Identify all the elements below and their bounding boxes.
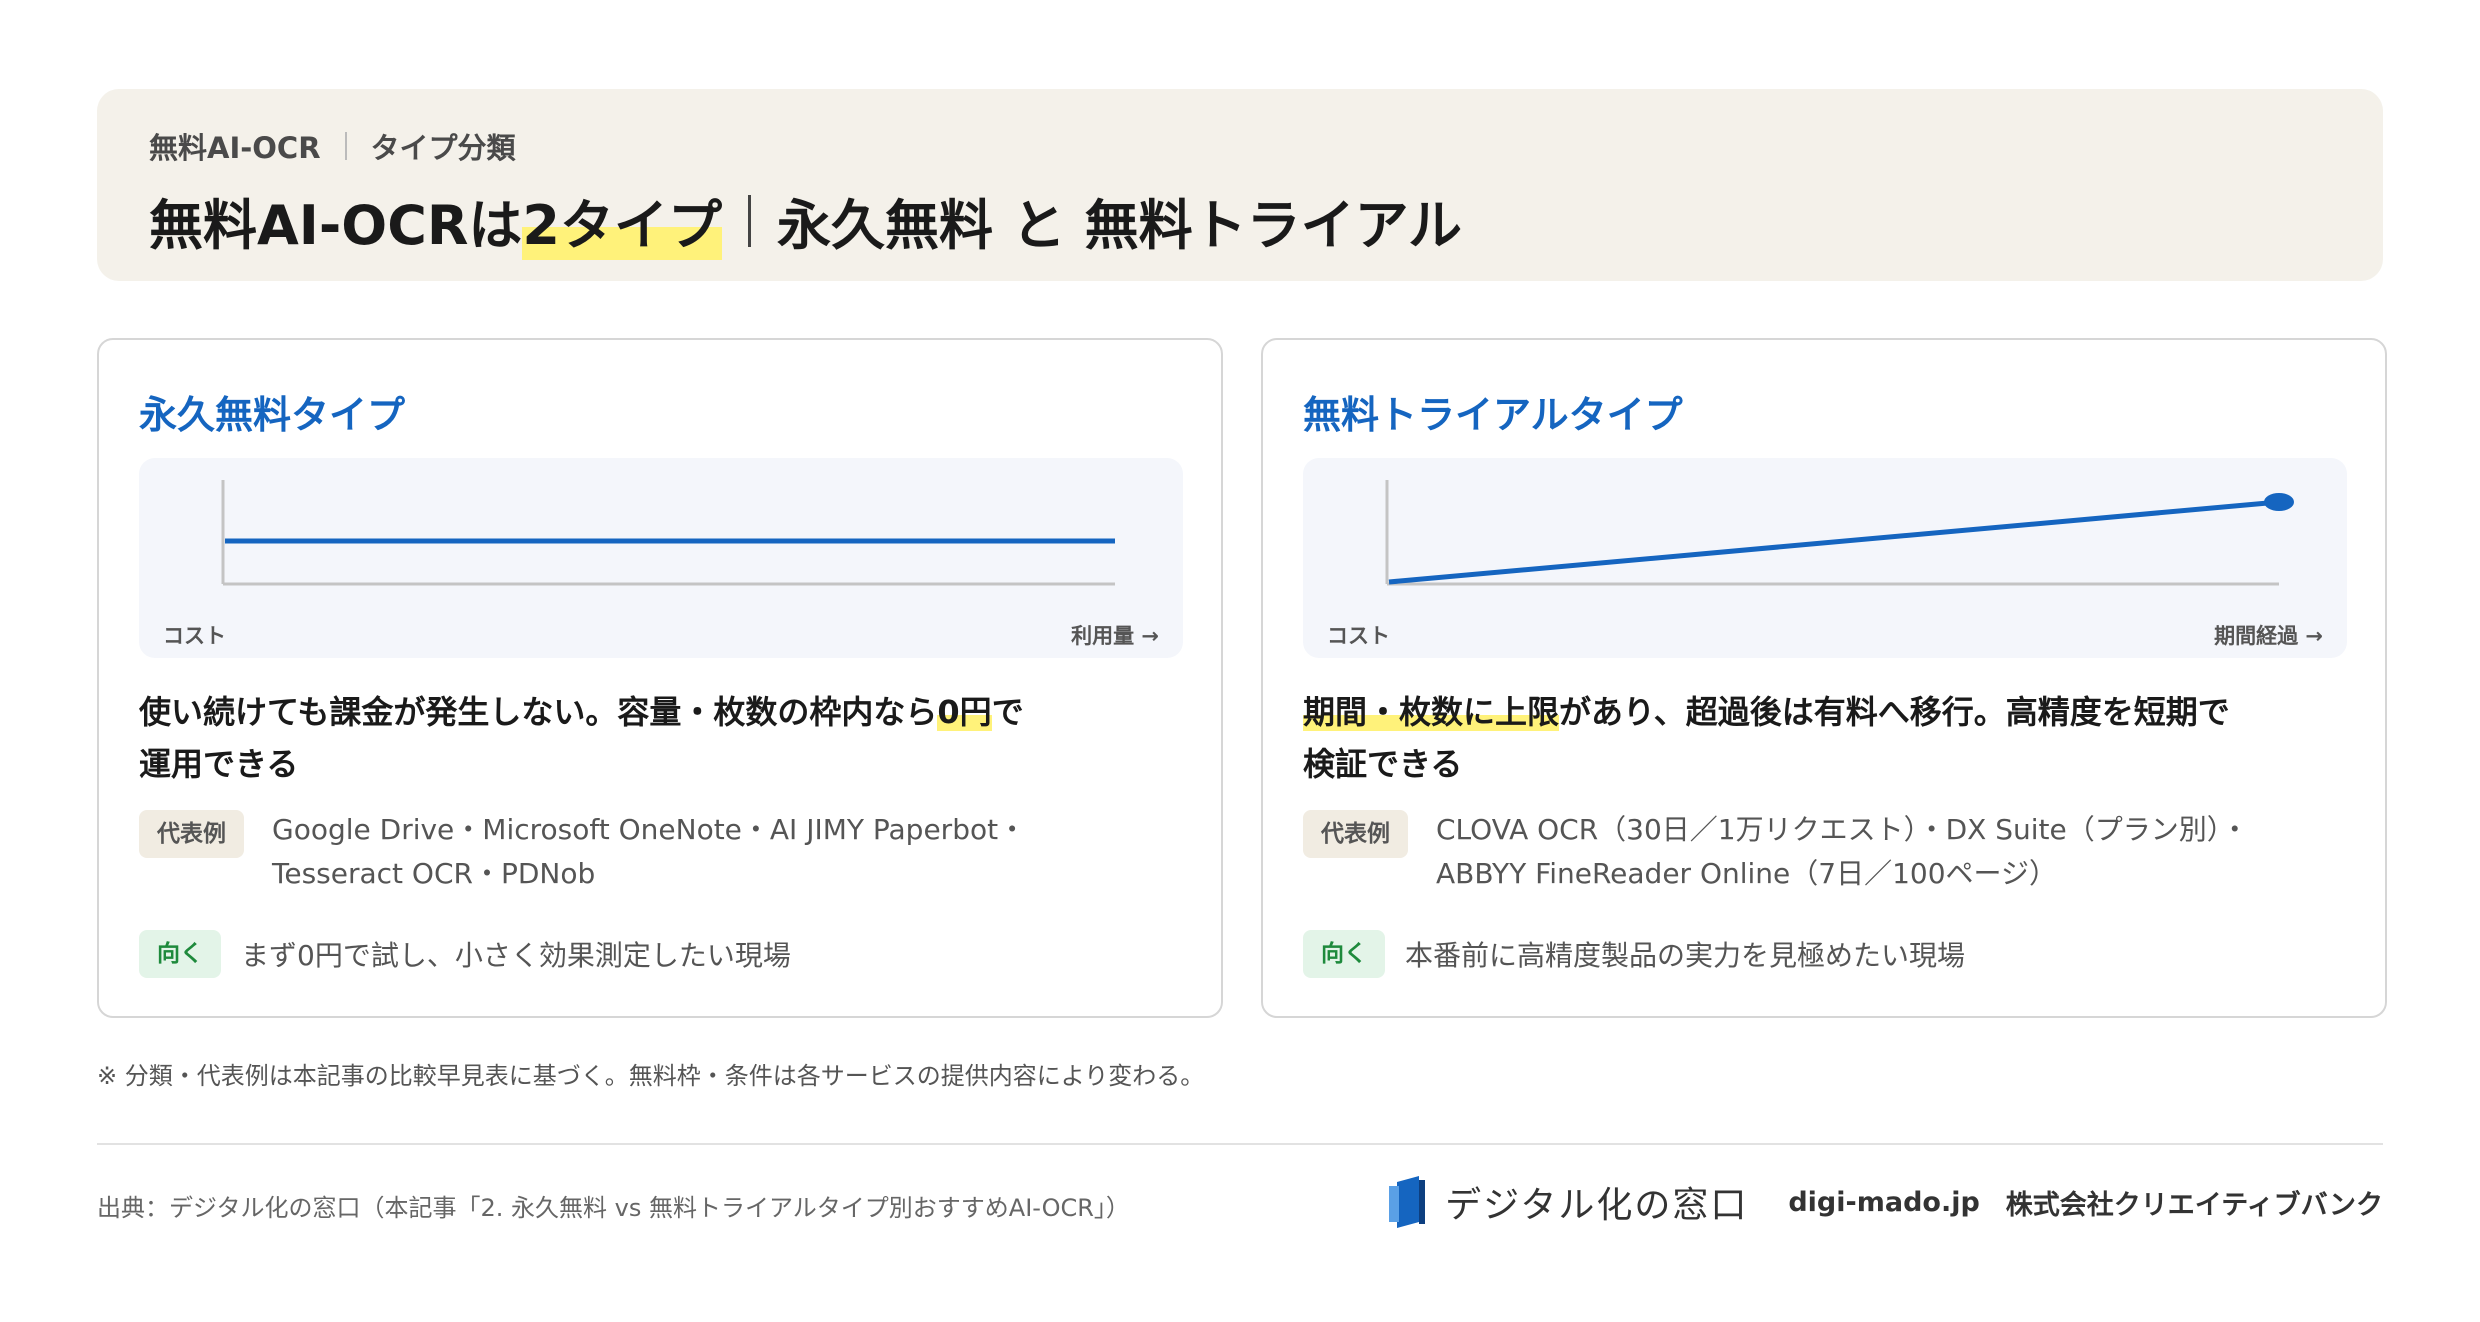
y-axis-label: コスト bbox=[1327, 624, 1390, 648]
examples-badge: 代表例 bbox=[139, 810, 244, 858]
cost-end-dot bbox=[2264, 493, 2294, 511]
desc-text: で bbox=[991, 693, 1024, 731]
source-credit: 出典：デジタル化の窓口（本記事「2. 永久無料 vs 無料トライアルタイプ別おす… bbox=[97, 1194, 1130, 1222]
examples-text: Google Drive・Microsoft OneNote・AI JIMY P… bbox=[272, 813, 1027, 890]
company-name: 株式会社クリエイティブバンク bbox=[2005, 1189, 2383, 1221]
desc-text: 使い続けても課金が発生しない。容量・枚数の枠内なら bbox=[139, 693, 938, 731]
rising-cost-graph bbox=[1385, 480, 2294, 586]
suited-text: 本番前に高精度製品の実力を見極めたい現場 bbox=[1405, 939, 1966, 972]
card-title: 無料トライアルタイプ bbox=[1303, 393, 1683, 437]
title-part2: 永久無料 と 無料トライアル bbox=[777, 194, 1463, 257]
cost-chart-flat: コスト 利用量 → bbox=[139, 458, 1183, 658]
site-domain: digi-mado.jp bbox=[1788, 1186, 1980, 1218]
flat-cost-graph bbox=[221, 480, 1115, 586]
window-logo-icon bbox=[1389, 1176, 1426, 1228]
suited-badge: 向く bbox=[1303, 930, 1385, 978]
footnote: ※ 分類・代表例は本記事の比較早見表に基づく。無料枠・条件は各サービスの提供内容… bbox=[97, 1062, 1205, 1090]
desc-highlight: 0円 bbox=[937, 693, 992, 731]
footer-divider bbox=[97, 1143, 2383, 1145]
card-permanent-free: 永久無料タイプ コスト 利用量 → 使い続けても課金が発生しない。容量・枚数の枠… bbox=[97, 338, 1223, 1018]
examples-text: CLOVA OCR（30日／1万リクエスト）・DX Suite（プラン別）・AB… bbox=[1436, 813, 2249, 890]
page-title: 無料AI-OCRは 2タイプ 永久無料 と 無料トライアル bbox=[149, 181, 1462, 260]
suited-row: 向く まず0円で試し、小さく効果測定したい現場 bbox=[139, 930, 791, 978]
card-title: 永久無料タイプ bbox=[139, 393, 406, 437]
desc-line1: 使い続けても課金が発生しない。容量・枚数の枠内なら0円で bbox=[139, 686, 1139, 738]
cost-line bbox=[1388, 499, 2280, 585]
x-axis-label: 期間経過 → bbox=[2214, 624, 2323, 648]
card-description: 期間・枚数に上限があり、超過後は有料へ移行。高精度を短期で 検証できる bbox=[1303, 686, 2303, 790]
suited-badge: 向く bbox=[139, 930, 221, 978]
examples-row: 代表例 Google Drive・Microsoft OneNote・AI JI… bbox=[139, 810, 1152, 896]
desc-line1: 期間・枚数に上限があり、超過後は有料へ移行。高精度を短期で bbox=[1303, 686, 2303, 738]
desc-line2: 運用できる bbox=[139, 745, 299, 783]
breadcrumb: 無料AI-OCR タイプ分類 bbox=[149, 125, 516, 167]
suited-text: まず0円で試し、小さく効果測定したい現場 bbox=[241, 939, 791, 972]
card-description: 使い続けても課金が発生しない。容量・枚数の枠内なら0円で 運用できる bbox=[139, 686, 1139, 790]
desc-line2: 検証できる bbox=[1303, 745, 1463, 783]
title-divider bbox=[748, 194, 751, 247]
desc-text: があり、超過後は有料へ移行。高精度を短期で bbox=[1559, 693, 2230, 731]
card-free-trial: 無料トライアルタイプ コスト 期間経過 → 期間・枚数に上限があり、超過後は有料… bbox=[1261, 338, 2387, 1018]
footer-brand: デジタル化の窓口 digi-mado.jp 株式会社クリエイティブバンク bbox=[1389, 1176, 2383, 1228]
x-axis-label: 利用量 → bbox=[1071, 624, 1159, 648]
suited-row: 向く 本番前に高精度製品の実力を見極めたい現場 bbox=[1303, 930, 1965, 978]
desc-highlight: 期間・枚数に上限 bbox=[1303, 693, 1560, 731]
header-banner: 無料AI-OCR タイプ分類 無料AI-OCRは 2タイプ 永久無料 と 無料ト… bbox=[97, 89, 2383, 281]
breadcrumb-category: 無料AI-OCR bbox=[149, 131, 321, 165]
breadcrumb-subcategory: タイプ分類 bbox=[370, 131, 516, 165]
title-part1: 無料AI-OCRは bbox=[149, 194, 523, 257]
breadcrumb-separator bbox=[344, 132, 347, 160]
examples-row: 代表例 CLOVA OCR（30日／1万リクエスト）・DX Suite（プラン別… bbox=[1303, 810, 2316, 896]
examples-badge: 代表例 bbox=[1303, 810, 1408, 858]
title-highlight: 2タイプ bbox=[522, 181, 722, 260]
brand-name: デジタル化の窓口 bbox=[1445, 1185, 1749, 1226]
y-axis-label: コスト bbox=[163, 624, 226, 648]
cost-chart-rising: コスト 期間経過 → bbox=[1303, 458, 2347, 658]
